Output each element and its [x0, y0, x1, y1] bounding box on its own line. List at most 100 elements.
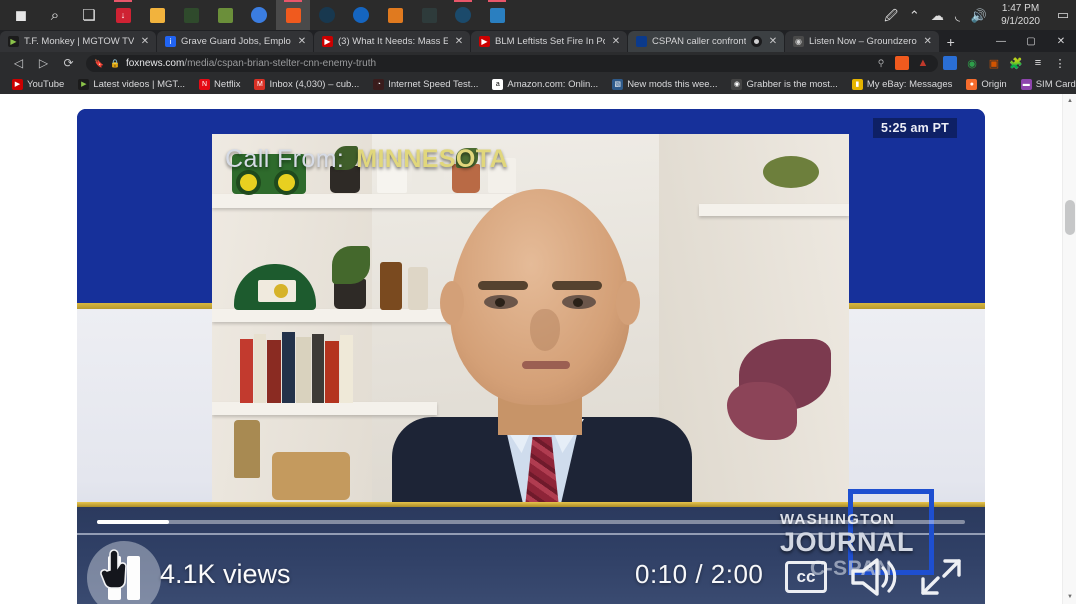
tab-close-icon[interactable]: ✕: [767, 36, 779, 47]
file-explorer-icon[interactable]: [140, 0, 174, 30]
task-view-icon[interactable]: ❏: [72, 0, 106, 30]
page-scrollbar[interactable]: ▲ ▼: [1062, 94, 1076, 604]
call-from-text: Call From: MINNESOTA: [225, 145, 508, 174]
orange-ext-icon[interactable]: ▣: [987, 56, 1001, 70]
scrollbar-up-arrow[interactable]: ▲: [1063, 94, 1076, 108]
browser-tab-0[interactable]: ▶ T.F. Monkey | MGTOW TV: the ✕: [0, 31, 156, 52]
eye-left: [484, 295, 518, 309]
browser-tab-3[interactable]: ▶ BLM Leftists Set Fire In Portlan ✕: [471, 31, 627, 52]
zoom-icon[interactable]: ⚲: [874, 56, 888, 70]
gmail-bookmark-bookmark[interactable]: M Inbox (4,030) – cub...: [247, 75, 366, 93]
tab-close-icon[interactable]: ✕: [922, 36, 934, 47]
minimize-button[interactable]: —: [986, 30, 1016, 52]
scrollbar-down-arrow[interactable]: ▼: [1063, 590, 1076, 604]
search-icon[interactable]: ⌕: [38, 0, 72, 30]
tab-close-icon[interactable]: ✕: [296, 36, 308, 47]
downloader-icon-shape: ↓: [115, 7, 131, 23]
origin-bookmark-bookmark[interactable]: ● Origin: [959, 75, 1013, 93]
close-button[interactable]: ✕: [1046, 30, 1076, 52]
sim-bookmark-bookmark[interactable]: ▬SIM Card | SIM Onl...: [1014, 75, 1076, 93]
volume-icon[interactable]: 🔊: [971, 9, 987, 22]
paint-app-icon[interactable]: [208, 0, 242, 30]
brave-shields-icon[interactable]: [895, 56, 909, 70]
tab-close-icon[interactable]: ✕: [139, 36, 151, 47]
vlc-icon[interactable]: [378, 0, 412, 30]
blue-ext-icon[interactable]: [943, 56, 957, 70]
youtube-favicon: ▶: [322, 36, 333, 47]
taskbar-clock[interactable]: 1:47 PM 9/1/2020: [998, 3, 1043, 27]
amazon-bookmark-bookmark[interactable]: a Amazon.com: Onlin...: [485, 75, 605, 93]
bookmark-icon[interactable]: 🔖: [94, 59, 104, 68]
progress-bar-fill: [97, 520, 170, 524]
ear-left: [440, 281, 464, 325]
closed-captions-button[interactable]: cc: [785, 561, 827, 593]
tab-close-icon[interactable]: ✕: [610, 36, 622, 47]
ebay-bookmark-bookmark[interactable]: ▮ My eBay: Messages: [845, 75, 960, 93]
youtube-bookmark-icon: ▶: [12, 78, 23, 90]
taskbar-app-list: ◼ ⌕ ❏ ↓: [0, 0, 514, 30]
hanging-plant: [763, 156, 819, 188]
start-button[interactable]: ◼: [4, 0, 38, 30]
tab-title: CSPAN caller confronts Br: [652, 36, 746, 47]
back-button[interactable]: ◁: [6, 53, 31, 73]
downloader-icon[interactable]: ↓: [106, 0, 140, 30]
brave-icon[interactable]: [276, 0, 310, 30]
amazon-bookmark-icon: a: [492, 78, 504, 90]
steam-icon[interactable]: [310, 0, 344, 30]
mgtow-bookmark-icon: ▶: [78, 78, 90, 90]
tab-title: T.F. Monkey | MGTOW TV: the: [24, 36, 134, 47]
speedtest-bookmark-bookmark[interactable]: ◔ Internet Speed Test...: [366, 75, 485, 93]
blue-disc-icon[interactable]: [344, 0, 378, 30]
action-center-icon[interactable]: ▭: [1054, 0, 1072, 30]
book-h: [340, 335, 353, 403]
book-c: [267, 340, 281, 403]
steam-alt-icon[interactable]: [446, 0, 480, 30]
youtube-bookmark-bookmark[interactable]: ▶ YouTube: [5, 75, 71, 93]
tab-close-icon[interactable]: ✕: [453, 36, 465, 47]
globe-bookmark-bookmark[interactable]: ◉ Grabber is the most...: [724, 75, 844, 93]
maximize-button[interactable]: ▢: [1016, 30, 1046, 52]
clock-date: 9/1/2020: [1001, 16, 1040, 27]
video-player[interactable]: 5:25 am PT Call From: MINNESOTA WASHINGTO…: [77, 109, 985, 604]
fullscreen-button[interactable]: [917, 555, 965, 599]
tab-title: BLM Leftists Set Fire In Portlan: [495, 36, 605, 47]
tab-audio-indicator-icon[interactable]: [751, 36, 762, 47]
mgtow-bookmark-bookmark[interactable]: ▶ Latest videos | MGT...: [71, 75, 192, 93]
forward-button[interactable]: ▷: [31, 53, 56, 73]
eyebrow-left: [478, 281, 528, 290]
browser-tab-1[interactable]: i Grave Guard Jobs, Employmen ✕: [157, 31, 313, 52]
address-bar[interactable]: 🔖 🔒 foxnews.com/media/cspan-brian-stelte…: [86, 54, 938, 72]
green-ext-icon[interactable]: ◉: [965, 56, 979, 70]
chrome-icon[interactable]: [242, 0, 276, 30]
netflix-bookmark-bookmark[interactable]: N Netflix: [192, 75, 247, 93]
leaf-app-icon[interactable]: [174, 0, 208, 30]
chevron-up-icon[interactable]: ⌃: [909, 9, 920, 22]
reload-button[interactable]: ⟳: [56, 53, 81, 73]
bookmark-label: Internet Speed Test...: [388, 78, 479, 90]
ear-right: [616, 281, 640, 325]
browser-menu-icon[interactable]: ⋮: [1053, 56, 1067, 70]
cloud-icon[interactable]: ☁: [931, 9, 944, 22]
pen-icon[interactable]: 🖉: [884, 9, 898, 22]
progress-bar-track[interactable]: [97, 520, 965, 524]
epic-games-icon[interactable]: [412, 0, 446, 30]
wifi-icon[interactable]: ◟: [955, 9, 960, 22]
browser-tab-4[interactable]: CSPAN caller confronts Br ✕: [628, 31, 784, 52]
puzzle-ext-icon[interactable]: 🧩: [1009, 56, 1023, 70]
pause-bar-left: [108, 556, 121, 600]
url-host: foxnews.com: [125, 57, 185, 69]
nexusmods-bookmark-bookmark[interactable]: ▧ New mods this wee...: [605, 75, 724, 93]
browser-tab-2[interactable]: ▶ (3) What It Needs: Mass Effec ✕: [314, 31, 470, 52]
reading-list-icon[interactable]: ≡: [1031, 56, 1045, 70]
volume-button[interactable]: [849, 555, 903, 599]
triangle-ext-icon[interactable]: ▲: [916, 56, 930, 70]
blue-box-icon[interactable]: [480, 0, 514, 30]
scrollbar-thumb[interactable]: [1065, 200, 1075, 235]
bookmark-label: Latest videos | MGT...: [93, 78, 186, 90]
extension-icons: ◉ ▣ 🧩 ≡ ⋮: [943, 56, 1070, 70]
browser-tab-5[interactable]: ◉ Listen Now – Groundzero ✕: [785, 31, 939, 52]
pause-bar-right: [127, 556, 140, 600]
trophy-figure: [234, 420, 260, 478]
new-tab-button[interactable]: +: [940, 31, 962, 52]
vlc-icon-shape: [387, 7, 403, 23]
